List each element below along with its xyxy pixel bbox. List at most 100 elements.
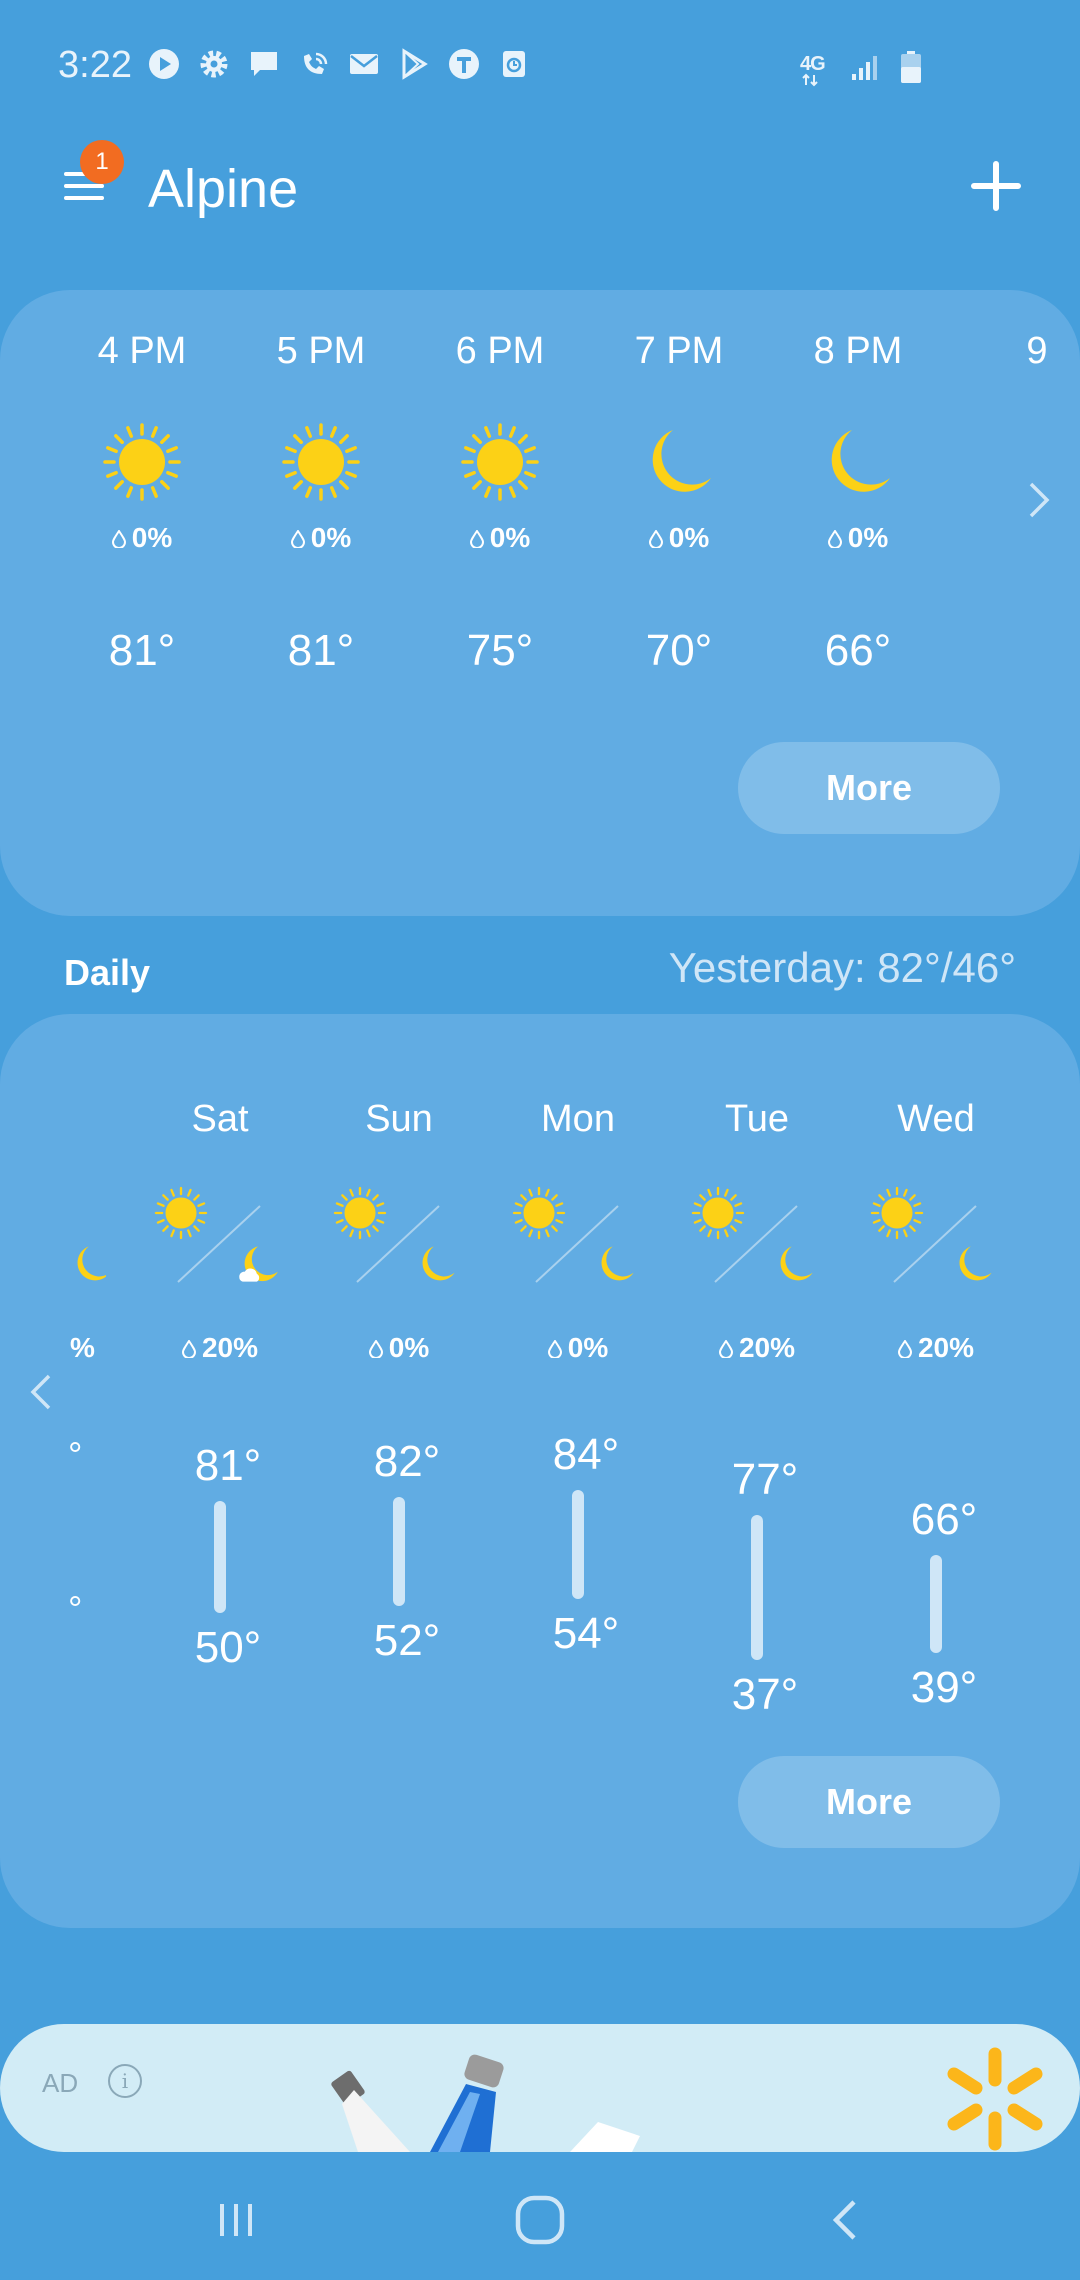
hourly-more-button[interactable]: More (738, 742, 1000, 834)
home-button[interactable] (514, 2194, 566, 2251)
night-icon-wrap (773, 1242, 817, 1291)
day-low-temp: 54° (552, 1608, 620, 1658)
precip-chance: 20% (687, 1332, 827, 1364)
settings-icon (198, 48, 230, 80)
network-4g-icon: 4G (800, 53, 840, 87)
message-icon (248, 48, 280, 80)
status-system-icons: 4G (800, 50, 922, 89)
day-high-temp: 82° (373, 1437, 441, 1487)
day-high-temp: 77° (731, 1455, 799, 1505)
temp-range-bar (393, 1497, 405, 1606)
ad-products-image (331, 2054, 640, 2152)
daily-prev-arrow[interactable] (28, 1372, 54, 1417)
moon-icon (959, 1246, 992, 1281)
mail-icon (348, 48, 380, 80)
day-night-icon (508, 1186, 648, 1296)
daily-title: Daily (64, 952, 151, 993)
hour-temp: 81° (287, 626, 355, 675)
raindrop-icon (111, 530, 126, 548)
back-button[interactable] (822, 2196, 870, 2249)
day-night-icon (329, 1186, 469, 1296)
city-name[interactable]: Alpine (148, 158, 298, 220)
partial-precip: % (70, 1332, 95, 1363)
precip-chance: 0% (72, 522, 212, 554)
notification-badge: 1 (80, 140, 124, 184)
day-high-temp: 81° (194, 1440, 262, 1490)
precip-value: 20% (201, 1332, 259, 1363)
day-low-temp: 50° (194, 1622, 262, 1672)
precip-chance: 0% (251, 522, 391, 554)
alarm-icon (498, 48, 530, 80)
hourly-forecast-card[interactable]: 4 PM 0% 81° 5 PM 0% 81° 6 PM 0% 75° 7 PM 0% 70° 8 PM… (0, 290, 1080, 916)
menu-line (64, 196, 104, 200)
day-night-icon (866, 1186, 1006, 1296)
day-high-temp: 84° (552, 1430, 620, 1479)
day-name: Tue (724, 1098, 790, 1140)
daily-more-button[interactable]: More (738, 1756, 1000, 1848)
t-icon (448, 48, 480, 80)
day-night-icon (150, 1186, 290, 1296)
hour-time: 4 PM (97, 330, 187, 372)
raindrop-icon (827, 530, 842, 548)
day-name: Mon (541, 1098, 615, 1140)
sun-icon (103, 423, 181, 501)
chevron-left-icon (30, 1374, 51, 1410)
precip-chance: 0% (788, 522, 928, 554)
day-night-icon (687, 1186, 827, 1296)
recent-apps-button[interactable] (212, 2196, 260, 2249)
add-location-button[interactable] (968, 158, 1024, 214)
wifi-call-icon (298, 48, 330, 80)
day-high-temp: 66° (910, 1495, 978, 1545)
partial-moon-icon (56, 1242, 106, 1286)
hour-temp: 81° (108, 626, 176, 675)
play-store-icon (398, 48, 430, 80)
raindrop-icon (547, 1340, 562, 1358)
precip-chance: 0% (609, 522, 749, 554)
day-low-temp: 37° (731, 1670, 799, 1719)
precip-value: 0% (310, 522, 352, 553)
ad-label: AD (42, 2068, 79, 2098)
hour-weather-icon (281, 422, 361, 502)
precip-chance: 20% (150, 1332, 290, 1364)
moon-icon (780, 1246, 813, 1281)
daily-forecast-card[interactable]: % ° ° Sat 20% 81° 50° Sun 0% 82° 52° Mon 0% 84° 54° Tu… (0, 1014, 1080, 1928)
day-low-temp: 39° (910, 1662, 978, 1712)
back-icon (832, 2200, 856, 2240)
home-icon (515, 2195, 565, 2245)
hour-time: 7 PM (634, 330, 724, 372)
hourly-next-arrow[interactable] (1026, 480, 1052, 525)
partial-low-temp: ° (68, 1588, 83, 1629)
precip-value: 20% (738, 1332, 796, 1363)
precip-value: 20% (917, 1332, 975, 1363)
hour-time: 8 PM (813, 330, 903, 372)
night-icon-wrap (236, 1242, 280, 1291)
battery-icon (900, 50, 922, 89)
system-nav-bar (0, 2160, 1080, 2280)
precip-chance: 20% (866, 1332, 1006, 1364)
moon-icon (652, 430, 711, 492)
moon-icon (601, 1246, 634, 1281)
hour-weather-icon (639, 422, 719, 502)
hour-weather-icon (818, 422, 898, 502)
hour-weather-icon (460, 422, 540, 502)
hour-time: 5 PM (276, 330, 366, 372)
ad-info-icon[interactable]: i (108, 2064, 142, 2098)
partial-high-temp: ° (68, 1434, 83, 1475)
raindrop-icon (181, 1340, 196, 1358)
status-bar: 3:22 4G (0, 0, 1080, 130)
precip-value: 0% (489, 522, 531, 553)
temp-range-bar (572, 1490, 584, 1599)
hour-temp: 75° (466, 626, 534, 675)
precip-value: 0% (131, 522, 173, 553)
moon-icon (422, 1246, 455, 1281)
sun-icon (282, 423, 360, 501)
hour-weather-icon (102, 422, 182, 502)
plus-icon (971, 161, 1021, 211)
ad-banner[interactable]: AD i (0, 2024, 1080, 2152)
app-header: 1 Alpine (0, 140, 1080, 240)
temp-range-bar (751, 1515, 763, 1660)
night-icon-wrap (952, 1242, 996, 1291)
night-icon-wrap (594, 1242, 638, 1291)
moon-cloud-icon (239, 1246, 278, 1282)
raindrop-icon (290, 530, 305, 548)
